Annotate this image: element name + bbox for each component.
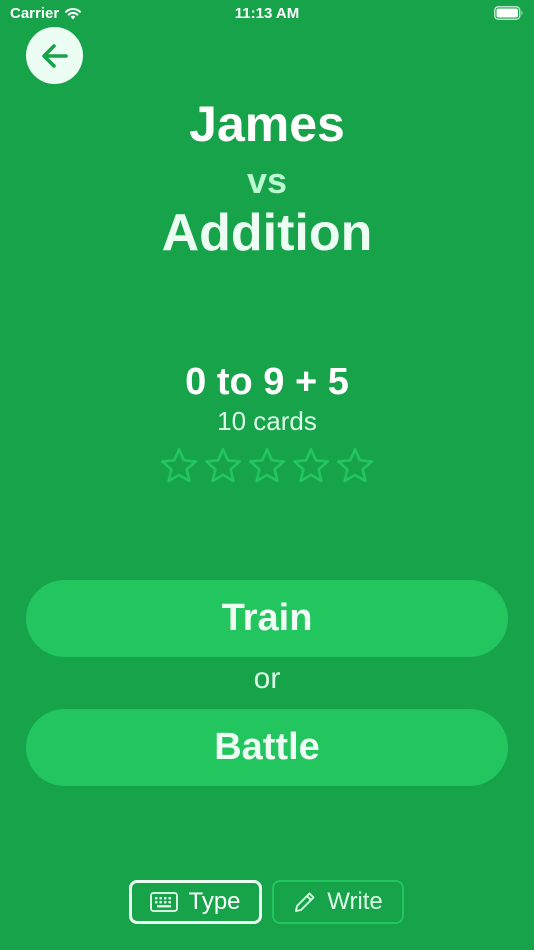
star-rating xyxy=(0,444,534,488)
star-icon xyxy=(161,448,198,483)
back-button[interactable] xyxy=(26,27,83,84)
write-mode-button[interactable]: Write xyxy=(272,880,404,924)
keyboard-icon xyxy=(150,892,179,912)
arrow-left-icon xyxy=(41,43,68,68)
topic-title: Addition xyxy=(161,204,373,262)
level-range: 0 to 9 + 5 xyxy=(185,361,349,403)
clock: 11:13 AM xyxy=(234,5,300,22)
train-button[interactable]: Train xyxy=(26,580,508,657)
type-mode-label: Type xyxy=(188,888,241,915)
star-icon xyxy=(249,448,285,483)
status-bar: Carrier 11:13 AM xyxy=(0,0,534,28)
versus-label: vs xyxy=(246,160,288,201)
pencil-icon xyxy=(295,892,315,912)
battle-button[interactable]: Battle xyxy=(26,709,508,786)
star-icon xyxy=(293,448,329,483)
player-name: James xyxy=(189,96,345,152)
star-icon xyxy=(205,448,242,483)
or-separator: or xyxy=(253,662,281,695)
battery-icon xyxy=(494,6,524,24)
write-mode-label: Write xyxy=(327,888,383,915)
card-count: 10 cards xyxy=(217,406,317,436)
type-mode-button[interactable]: Type xyxy=(129,880,262,924)
star-icon xyxy=(337,448,373,483)
